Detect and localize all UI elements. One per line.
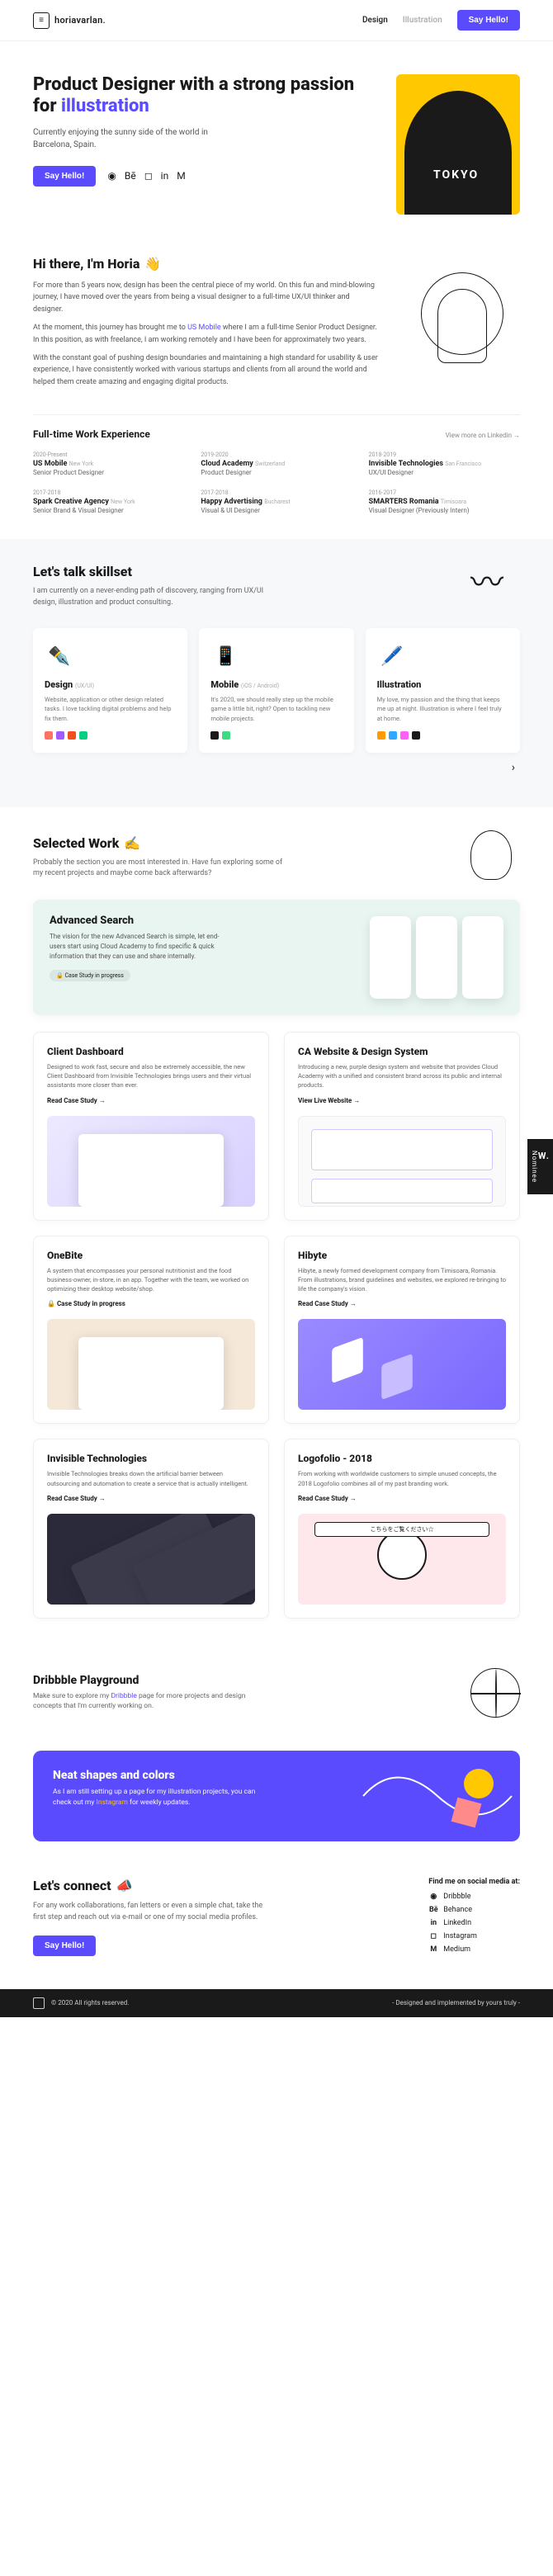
project-link[interactable]: Read Case Study → (47, 1495, 106, 1502)
main-nav: Design Illustration Say Hello! (362, 10, 520, 31)
nav-illustration[interactable]: Illustration (403, 16, 442, 25)
sm-title: Find me on social media at: (428, 1878, 520, 1886)
work-sub: Probably the section you are most intere… (33, 858, 289, 880)
social-link[interactable]: ◻Instagram (428, 1932, 520, 1940)
exp-title: Full-time Work Experience (33, 428, 150, 440)
social-icon: ◉ (428, 1893, 438, 1901)
dribbble-link[interactable]: Dribbble (111, 1692, 136, 1700)
logo-icon: ≡ (33, 12, 50, 29)
skill-icon: ✒️ (45, 641, 74, 671)
project-visual (47, 1514, 255, 1605)
neat-shapes-banner: Neat shapes and colors As I am still set… (33, 1751, 520, 1841)
project-link[interactable]: 🔒 Case Study in progress (47, 1300, 125, 1307)
hero-photo: TOKYO (396, 74, 520, 215)
linkedin-icon[interactable]: in (161, 170, 169, 182)
exp-item: 2018-2019Invisible Technologies San Fran… (369, 451, 520, 476)
skill-icon: 📱 (210, 641, 240, 671)
skills-next-arrow[interactable]: › (33, 761, 520, 774)
skills-sub: I am currently on a never-ending path of… (33, 586, 281, 608)
dribbble-icon[interactable]: ◉ (107, 170, 116, 182)
social-icon: Bē (428, 1906, 438, 1914)
social-icon: in (428, 1919, 438, 1927)
logo-text: horiavarlan. (54, 15, 106, 26)
megaphone-icon: 📣 (116, 1878, 133, 1893)
basketball-icon (470, 1668, 520, 1718)
header-cta-button[interactable]: Say Hello! (457, 10, 520, 31)
skill-tools (45, 731, 176, 740)
exp-item: 2017-2018Happy Advertising BucharestVisu… (201, 489, 352, 514)
project-card[interactable]: OneBiteA system that encompasses your pe… (33, 1236, 269, 1425)
project-link[interactable]: View Live Website → (298, 1097, 360, 1104)
usmobile-link[interactable]: US Mobile (187, 324, 221, 332)
project-card[interactable]: Logofolio - 2018From working with worldw… (284, 1439, 520, 1619)
social-link[interactable]: BēBehance (428, 1906, 520, 1914)
tooth-illustration (470, 830, 512, 880)
featured-mockups (370, 916, 503, 999)
social-link[interactable]: inLinkedIn (428, 1919, 520, 1927)
instagram-link[interactable]: Instagram (97, 1798, 128, 1807)
social-icon: ◻ (428, 1932, 438, 1940)
instagram-icon[interactable]: ◻ (144, 170, 153, 182)
social-link[interactable]: ◉Dribbble (428, 1893, 520, 1901)
hero-social-icons: ◉ Bē ◻ in M (107, 170, 185, 182)
hero-title: Product Designer with a strong passion f… (33, 74, 380, 118)
project-visual (298, 1116, 506, 1207)
project-visual: こちらをご覧ください☆ (298, 1514, 506, 1605)
intro-title: Hi there, I'm Horia 👋 (33, 256, 380, 272)
skills-title: Let's talk skillset (33, 564, 520, 579)
skill-card[interactable]: 📱Mobile (iOS / Android)It's 2020, we sho… (199, 628, 353, 753)
case-study-pill: 🔒 Case Study in progress (50, 970, 130, 981)
intro-body: For more than 5 years now, design has be… (33, 280, 380, 388)
project-card[interactable]: Client DashboardDesigned to work fast, s… (33, 1032, 269, 1221)
skill-icon: 🖊️ (377, 641, 407, 671)
logo[interactable]: ≡ horiavarlan. (33, 12, 106, 29)
project-card[interactable]: HibyteHibyte, a newly formed development… (284, 1236, 520, 1425)
project-card[interactable]: Invisible TechnologiesInvisible Technolo… (33, 1439, 269, 1619)
dribbble-title: Dribbble Playground (33, 1674, 248, 1687)
hero-cta-button[interactable]: Say Hello! (33, 166, 96, 187)
exp-item: 2019-2020Cloud Academy SwitzerlandProduc… (201, 451, 352, 476)
project-visual (47, 1319, 255, 1410)
project-link[interactable]: Read Case Study → (47, 1097, 106, 1104)
work-title: Selected Work ✍️ (33, 835, 520, 851)
footer-logo-icon (33, 1997, 45, 2009)
connect-cta-button[interactable]: Say Hello! (33, 1936, 96, 1956)
project-card[interactable]: CA Website & Design SystemIntroducing a … (284, 1032, 520, 1221)
project-visual (47, 1116, 255, 1207)
awwwards-ribbon[interactable]: Nominee (527, 1139, 553, 1194)
wave-icon: 👋 (144, 256, 161, 272)
intro-illustration (404, 256, 520, 388)
footer-credit: - Designed and implemented by yours trul… (392, 1999, 520, 2006)
exp-item: 2017-2018Spark Creative Agency New YorkS… (33, 489, 184, 514)
social-link[interactable]: MMedium (428, 1945, 520, 1954)
skill-card[interactable]: 🖊️Illustration My love, my passion and t… (366, 628, 520, 753)
exp-item: 2020-PresentUS Mobile New YorkSenior Pro… (33, 451, 184, 476)
hero-subtitle: Currently enjoying the sunny side of the… (33, 126, 215, 151)
exp-linkedin-link[interactable]: View more on Linkedin → (446, 432, 520, 439)
project-link[interactable]: Read Case Study → (298, 1300, 357, 1307)
skill-card[interactable]: ✒️Design (UX/UI)Website, application or … (33, 628, 187, 753)
medium-icon[interactable]: M (177, 170, 185, 182)
connect-title: Let's connect 📣 (33, 1878, 395, 1893)
social-icon: M (428, 1945, 438, 1954)
skill-tools (210, 731, 342, 740)
featured-project[interactable]: Advanced Search The vision for the new A… (33, 900, 520, 1015)
project-visual (298, 1319, 506, 1410)
scribble-icon: 〰 (470, 555, 503, 603)
writing-icon: ✍️ (124, 835, 140, 851)
exp-item: 2016-2017SMARTERS Romania TimisoaraVisua… (369, 489, 520, 514)
behance-icon[interactable]: Bē (125, 170, 136, 182)
nav-design[interactable]: Design (362, 16, 388, 25)
copyright: © 2020 All rights reserved. (51, 1999, 129, 2006)
neat-illustration (355, 1751, 520, 1841)
project-link[interactable]: Read Case Study → (298, 1495, 357, 1502)
skill-tools (377, 731, 508, 740)
